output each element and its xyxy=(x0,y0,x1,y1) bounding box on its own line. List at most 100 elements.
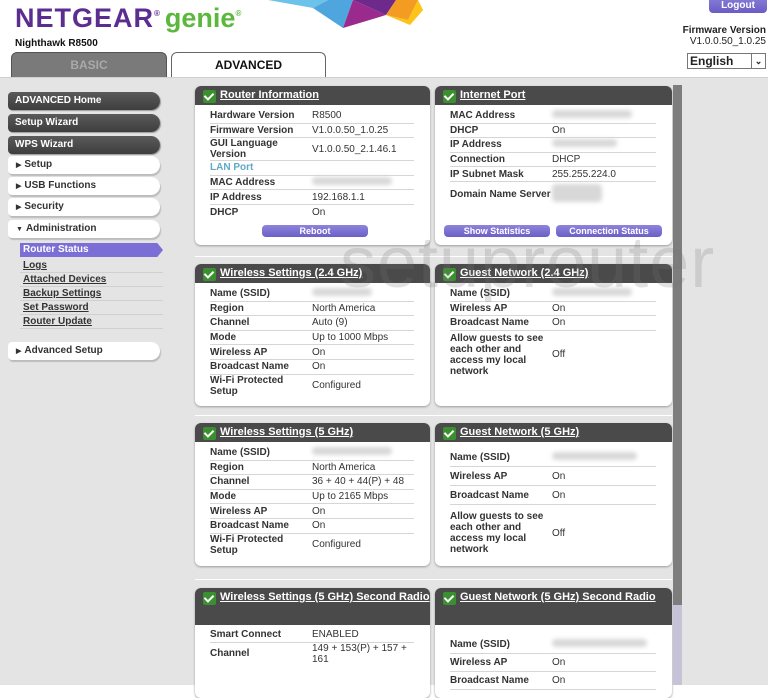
table-row: Wireless AP On xyxy=(450,654,656,672)
table-row: Channel 149 + 153(P) + 157 + 161 xyxy=(210,643,414,665)
row-value: R8500 xyxy=(312,110,342,122)
row-label: Broadcast Name xyxy=(450,489,529,501)
table-row: Channel Auto (9) xyxy=(210,316,414,331)
row-label: Broadcast Name xyxy=(450,317,529,329)
panel-header: Internet Port xyxy=(435,86,672,105)
sidebar-advanced-home[interactable]: ADVANCED Home xyxy=(8,92,160,110)
row-value: Off xyxy=(552,349,566,361)
table-row: LAN Port xyxy=(210,161,414,176)
language-select[interactable]: English ⌄ xyxy=(687,53,766,69)
row-value: 192.168.1.1 xyxy=(312,191,365,203)
sidebar-setup-wizard[interactable]: Setup Wizard xyxy=(8,114,160,132)
wireless-settings-5ghz-panel: Wireless Settings (5 GHz) Name (SSID) Re… xyxy=(195,423,430,566)
sidebar-usb-functions[interactable]: ▶ USB Functions xyxy=(8,177,160,195)
table-row: IP Address 192.168.1.1 xyxy=(210,190,414,205)
wireless-5-second-title[interactable]: Wireless Settings (5 GHz) Second Radio xyxy=(220,591,430,603)
row-value: Off xyxy=(552,527,566,539)
show-statistics-button[interactable]: Show Statistics xyxy=(444,225,550,237)
table-row: Wi-Fi Protected Setup Configured xyxy=(210,534,414,556)
row-value: North America xyxy=(312,461,376,473)
table-row: Region North America xyxy=(210,461,414,476)
row-label: IP Subnet Mask xyxy=(450,168,524,180)
table-row: Broadcast Name On xyxy=(450,486,656,505)
table-row: Allow guests to see each other and acces… xyxy=(450,331,656,377)
row-value: On xyxy=(312,520,326,532)
sidebar-usb-label: USB Functions xyxy=(24,180,97,191)
row-label: Wireless AP xyxy=(450,657,508,668)
table-row: Hardware Version R8500 xyxy=(210,109,414,124)
row-label: Name (SSID) xyxy=(450,639,511,650)
guest-5-second-title[interactable]: Guest Network (5 GHz) Second Radio xyxy=(460,591,656,603)
internet-port-title[interactable]: Internet Port xyxy=(460,89,525,101)
check-icon xyxy=(203,268,216,281)
row-label: Mode xyxy=(210,332,237,344)
row-label: Allow guests to see each other and acces… xyxy=(450,511,544,555)
main-area: ADVANCED Home Setup Wizard WPS Wizard ▶ S… xyxy=(0,77,768,698)
sidebar-item-logs[interactable]: Logs xyxy=(20,259,163,273)
check-icon xyxy=(443,427,456,440)
sidebar-security[interactable]: ▶ Security xyxy=(8,198,160,216)
row-value: On xyxy=(552,675,566,686)
row-label: Broadcast Name xyxy=(210,520,289,532)
panel-header: Guest Network (5 GHz) Second Radio xyxy=(435,588,672,625)
guest-24-title[interactable]: Guest Network (2.4 GHz) xyxy=(460,267,588,279)
router-information-title[interactable]: Router Information xyxy=(220,89,319,101)
logout-button[interactable]: Logout xyxy=(709,0,767,13)
connection-status-button[interactable]: Connection Status xyxy=(556,225,662,237)
brand-suffix: genie xyxy=(164,3,236,33)
chevron-down-icon[interactable]: ⌄ xyxy=(751,54,765,68)
row-value: DHCP xyxy=(552,154,581,166)
redacted-value xyxy=(552,451,637,463)
row-label: Channel xyxy=(210,648,250,660)
sidebar-administration-label: Administration xyxy=(25,223,97,234)
triangle-right-icon: ▶ xyxy=(16,348,22,355)
row-label: Domain Name Server xyxy=(450,189,551,201)
table-row: Mode Up to 1000 Mbps xyxy=(210,331,414,346)
sidebar-wps-wizard[interactable]: WPS Wizard xyxy=(8,136,160,154)
table-row: DHCP On xyxy=(210,205,414,220)
row-label: Name (SSID) xyxy=(210,288,271,300)
sidebar-setup[interactable]: ▶ Setup xyxy=(8,156,160,174)
sidebar-item-backup-settings[interactable]: Backup Settings xyxy=(20,287,163,301)
reboot-button[interactable]: Reboot xyxy=(262,225,368,237)
sidebar-item-router-update[interactable]: Router Update xyxy=(20,315,163,329)
brand-text: NETGEAR xyxy=(15,3,155,33)
panel-header: Wireless Settings (5 GHz) Second Radio xyxy=(195,588,430,625)
row-label: Wi-Fi Protected Setup xyxy=(210,374,284,397)
sidebar-item-attached-devices[interactable]: Attached Devices xyxy=(20,273,163,287)
row-label: DHCP xyxy=(450,124,479,136)
sidebar-item-router-status[interactable]: Router Status xyxy=(20,243,163,257)
wireless-settings-24ghz-panel: Wireless Settings (2.4 GHz) Name (SSID) … xyxy=(195,264,430,406)
sidebar-setup-label: Setup xyxy=(24,159,53,170)
scrollbar-thumb[interactable] xyxy=(673,85,682,605)
row-label: Broadcast Name xyxy=(210,361,289,373)
row-label: Wireless AP xyxy=(210,505,268,517)
row-label: Wireless AP xyxy=(450,470,508,482)
guest-5-title[interactable]: Guest Network (5 GHz) xyxy=(460,426,579,438)
table-row: Wireless AP On xyxy=(450,467,656,486)
sidebar-item-set-password[interactable]: Set Password xyxy=(20,301,163,315)
table-row: Broadcast Name On xyxy=(210,519,414,534)
table-row: Broadcast Name On xyxy=(450,672,656,690)
table-row: Allow guests to see each other and acces… xyxy=(450,505,656,555)
redacted-value xyxy=(552,288,632,299)
panel-header: Router Information xyxy=(195,86,430,105)
row-label: IP Address xyxy=(210,191,262,203)
table-row: Smart Connect ENABLED xyxy=(210,628,414,643)
redacted-value xyxy=(552,184,602,205)
row-value: Up to 2165 Mbps xyxy=(312,491,389,503)
wireless-5-title[interactable]: Wireless Settings (5 GHz) xyxy=(220,426,353,438)
tab-advanced[interactable]: ADVANCED xyxy=(171,52,326,77)
row-value: On xyxy=(552,124,566,136)
firmware-version-value: V1.0.0.50_1.0.25 xyxy=(689,36,766,47)
sidebar-advanced-setup[interactable]: ▶ Advanced Setup xyxy=(8,342,160,360)
check-icon xyxy=(203,427,216,440)
row-label: Connection xyxy=(450,154,505,166)
table-row: IP Subnet Mask 255.255.224.0 xyxy=(450,167,656,182)
scrollbar[interactable] xyxy=(673,85,682,685)
row-value: On xyxy=(552,317,566,329)
row-label: Wireless AP xyxy=(210,346,268,358)
sidebar-administration[interactable]: ▼ Administration xyxy=(8,220,160,238)
wireless-24-title[interactable]: Wireless Settings (2.4 GHz) xyxy=(220,267,362,279)
tab-basic[interactable]: BASIC xyxy=(11,52,167,77)
